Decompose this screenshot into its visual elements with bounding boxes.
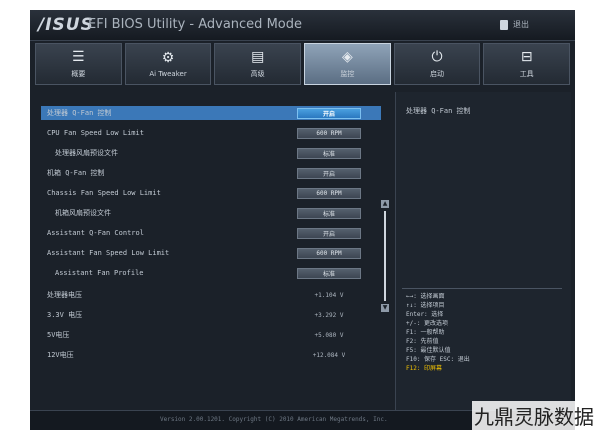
voltage-label: 5V电压 xyxy=(47,331,70,339)
setting-row-assistant-qfan[interactable]: Assistant Q-Fan Control 开启 xyxy=(41,226,381,240)
help-pane: 处理器 Q-Fan 控制 ←→: 选择画面 ↑↓: 选择项目 Enter: 选择… xyxy=(395,92,571,412)
main-content: 处理器 Q-Fan 控制 开启 CPU Fan Speed Low Limit … xyxy=(35,92,571,412)
title-bar: /ISUS EFI BIOS Utility - Advanced Mode 退… xyxy=(30,10,575,41)
version-text: Version 2.00.1201. Copyright (C) 2010 Am… xyxy=(160,416,388,423)
key-hint: Enter: 选择 xyxy=(406,311,444,318)
setting-label: 机箱风扇预设文件 xyxy=(55,209,111,217)
main-tabs: ☰ 概要 ⚙ Ai Tweaker ▤ 高级 ◈ 监控 ⏻ 启动 ⊟ 工具 xyxy=(35,43,571,85)
setting-label: CPU Fan Speed Low Limit xyxy=(47,129,144,137)
setting-label: Assistant Q-Fan Control xyxy=(47,229,144,237)
voltage-value: +12.084 V xyxy=(312,351,346,359)
key-hint: +/-: 更改选项 xyxy=(406,320,449,327)
setting-row-cpu-fan-profile[interactable]: 处理器风扇预设文件 标准 xyxy=(41,146,381,160)
tab-label: 启动 xyxy=(430,70,445,78)
voltage-value: +5.080 V xyxy=(314,331,344,339)
tool-icon: ⊟ xyxy=(520,49,533,65)
tab-tool[interactable]: ⊟ 工具 xyxy=(483,43,571,85)
setting-row-cpu-fan-low-limit[interactable]: CPU Fan Speed Low Limit 600 RPM xyxy=(41,126,381,140)
tab-monitor[interactable]: ◈ 监控 xyxy=(304,43,391,85)
setting-label: Chassis Fan Speed Low Limit xyxy=(47,189,161,197)
key-hint: ←→: 选择画面 xyxy=(406,293,445,300)
app-title: EFI BIOS Utility - Advanced Mode xyxy=(88,17,302,32)
key-hint-print-screen: F12: 印屏幕 xyxy=(406,365,443,372)
setting-label: Assistant Fan Speed Low Limit xyxy=(47,249,170,257)
setting-row-cpu-qfan[interactable]: 处理器 Q-Fan 控制 开启 xyxy=(41,106,381,120)
tab-label: 高级 xyxy=(250,70,265,78)
key-hint: F10: 保存 ESC: 退出 xyxy=(406,356,470,363)
scroll-track[interactable] xyxy=(384,211,386,301)
setting-value-button[interactable]: 600 RPM xyxy=(297,127,361,139)
scrollbar[interactable]: ▲ ▼ xyxy=(381,200,389,312)
setting-value-button[interactable]: 标准 xyxy=(297,147,361,159)
setting-label: 机箱 Q-Fan 控制 xyxy=(47,169,105,177)
voltage-value: +3.292 V xyxy=(314,311,344,319)
bios-screen: /ISUS EFI BIOS Utility - Advanced Mode 退… xyxy=(30,10,575,430)
key-hint: F2: 先前值 xyxy=(406,338,439,345)
scroll-up-arrow-icon[interactable]: ▲ xyxy=(381,200,389,208)
setting-value-button[interactable]: 开启 xyxy=(297,167,361,179)
voltage-row-12v: 12V电压 +12.084 V xyxy=(41,348,381,362)
voltage-row-cpu: 处理器电压 +1.104 V xyxy=(41,288,381,302)
key-hint: ↑↓: 选择项目 xyxy=(406,302,445,309)
setting-label: 处理器 Q-Fan 控制 xyxy=(47,109,112,117)
power-icon: ⏻ xyxy=(431,49,443,65)
exit-label: 退出 xyxy=(513,20,529,29)
tab-label: 监控 xyxy=(340,70,355,78)
key-hint: F5: 最佳默认值 xyxy=(406,347,451,354)
voltage-row-5v: 5V电压 +5.080 V xyxy=(41,328,381,342)
tab-label: Ai Tweaker xyxy=(149,70,187,78)
setting-row-chassis-fan-profile[interactable]: 机箱风扇预设文件 标准 xyxy=(41,206,381,220)
tab-ai-tweaker[interactable]: ⚙ Ai Tweaker xyxy=(124,43,212,85)
settings-pane: 处理器 Q-Fan 控制 开启 CPU Fan Speed Low Limit … xyxy=(41,92,381,412)
asus-logo: /ISUS xyxy=(38,15,94,35)
tab-advanced[interactable]: ▤ 高级 xyxy=(214,43,302,85)
setting-row-chassis-fan-low-limit[interactable]: Chassis Fan Speed Low Limit 600 RPM xyxy=(41,186,381,200)
tab-label: 工具 xyxy=(519,70,534,78)
setting-value-button[interactable]: 开启 xyxy=(297,227,361,239)
setting-value-button[interactable]: 标准 xyxy=(297,207,361,219)
voltage-label: 12V电压 xyxy=(47,351,74,359)
tab-label: 概要 xyxy=(71,70,86,78)
monitor-icon: ◈ xyxy=(341,49,353,65)
watermark-text: 九鼎灵脉数据 xyxy=(472,401,596,430)
tab-boot[interactable]: ⏻ 启动 xyxy=(393,43,481,85)
setting-label: Assistant Fan Profile xyxy=(55,269,144,277)
setting-value-button[interactable]: 600 RPM xyxy=(297,187,361,199)
tab-main[interactable]: ☰ 概要 xyxy=(35,43,122,85)
setting-row-chassis-qfan[interactable]: 机箱 Q-Fan 控制 开启 xyxy=(41,166,381,180)
advanced-icon: ▤ xyxy=(251,49,265,65)
exit-button[interactable]: 退出 xyxy=(500,17,550,32)
voltage-label: 处理器电压 xyxy=(47,291,82,299)
menu-list-icon: ☰ xyxy=(72,49,85,65)
voltage-value: +1.104 V xyxy=(314,291,344,299)
exit-door-icon xyxy=(500,19,508,30)
help-title: 处理器 Q-Fan 控制 xyxy=(406,107,471,115)
scroll-down-arrow-icon[interactable]: ▼ xyxy=(381,304,389,312)
setting-row-assistant-fan-low-limit[interactable]: Assistant Fan Speed Low Limit 600 RPM xyxy=(41,246,381,260)
key-hint: F1: 一般帮助 xyxy=(406,329,445,336)
voltage-label: 3.3V 电压 xyxy=(47,311,83,319)
tweaker-icon: ⚙ xyxy=(161,50,175,66)
voltage-row-3v3: 3.3V 电压 +3.292 V xyxy=(41,308,381,322)
help-divider xyxy=(402,288,562,289)
setting-label: 处理器风扇预设文件 xyxy=(55,149,118,157)
setting-value-button[interactable]: 600 RPM xyxy=(297,247,361,259)
setting-row-assistant-fan-profile[interactable]: Assistant Fan Profile 标准 xyxy=(41,266,381,280)
setting-value-button[interactable]: 标准 xyxy=(297,267,361,279)
setting-value-button[interactable]: 开启 xyxy=(297,107,361,119)
key-legend: ←→: 选择画面 ↑↓: 选择项目 Enter: 选择 +/-: 更改选项 F1… xyxy=(406,292,470,373)
